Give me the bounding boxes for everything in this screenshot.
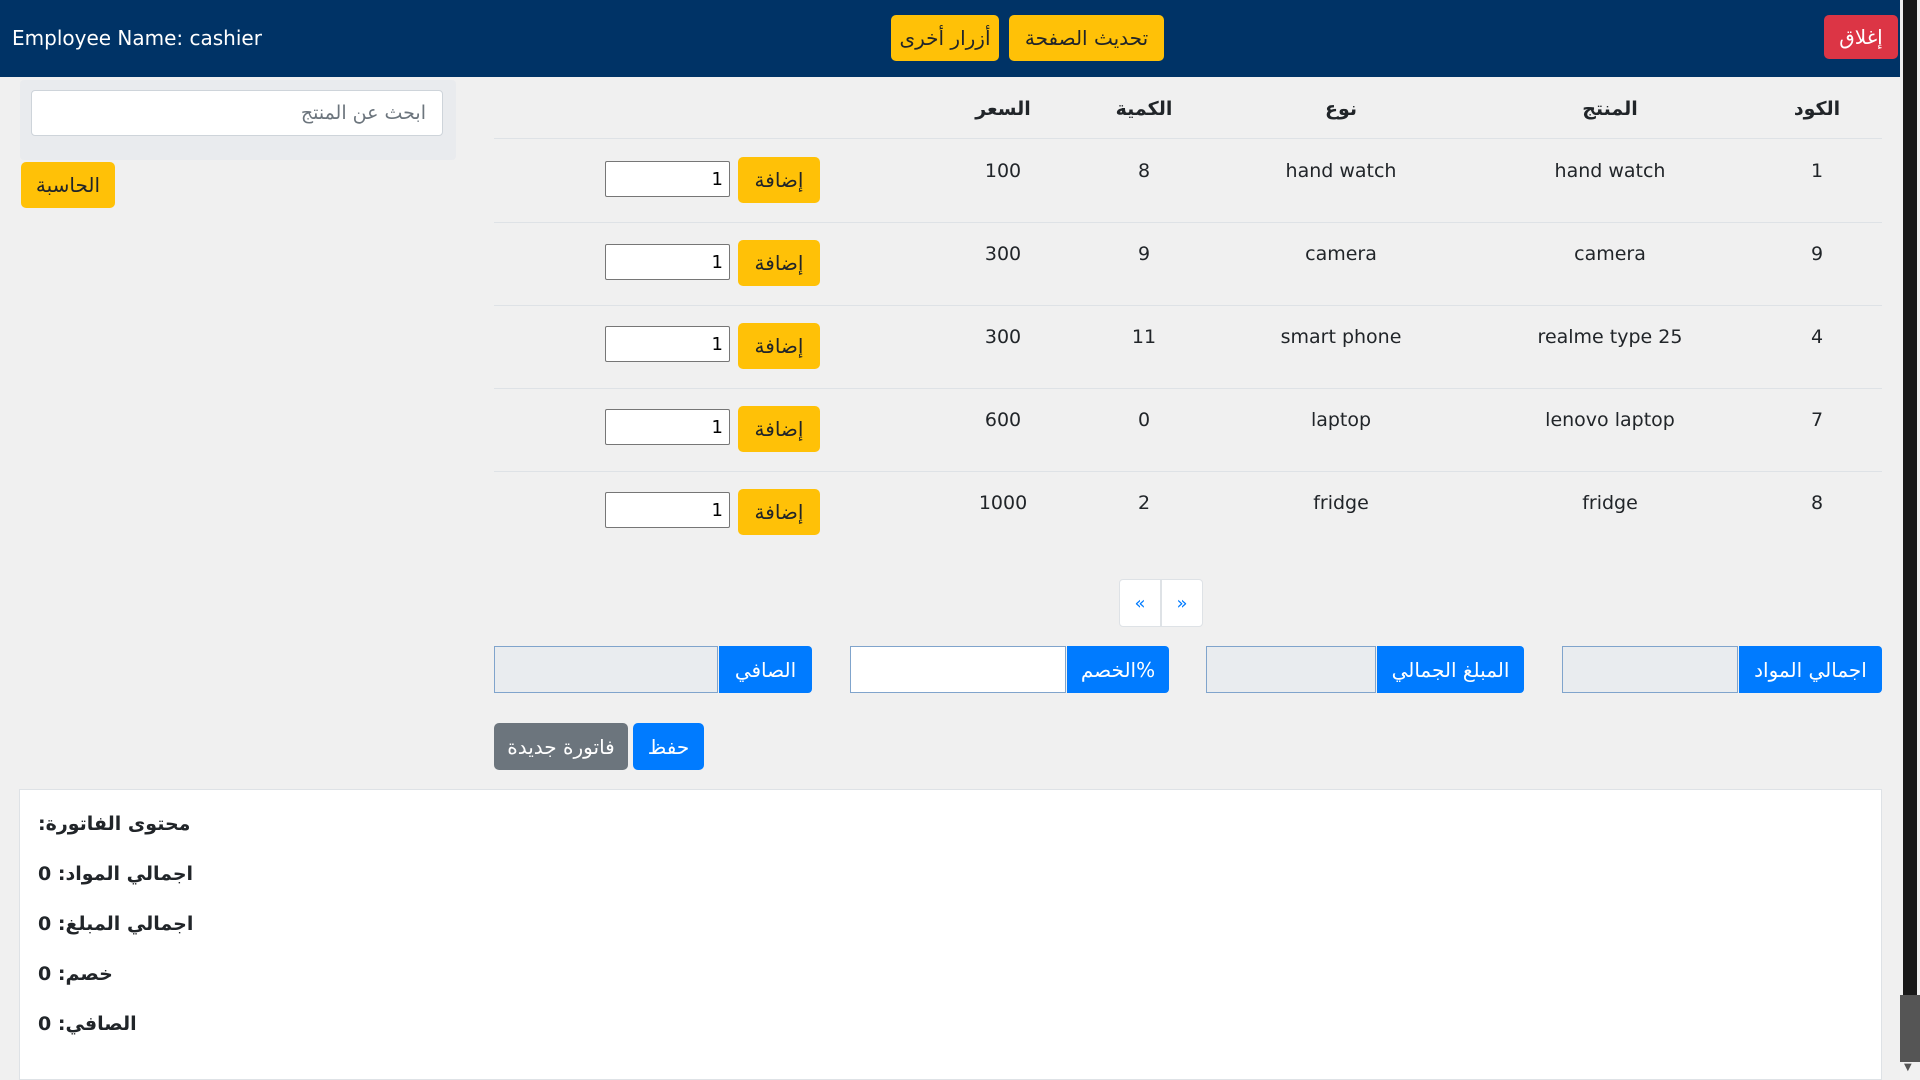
row-5-product: fridge [1582, 492, 1638, 514]
row-divider [494, 388, 1882, 389]
row-3-type: smart phone [1280, 326, 1402, 348]
close-button[interactable]: إغلاق [1824, 15, 1898, 59]
pagination-next[interactable]: » [1161, 579, 1203, 627]
table-header-divider [494, 138, 1882, 139]
save-button[interactable]: حفظ [633, 723, 704, 770]
row-4-product: lenovo laptop [1545, 409, 1675, 431]
row-4-qty-input[interactable] [605, 409, 730, 445]
total-amount-button[interactable]: المبلغ الجمالي [1377, 646, 1524, 693]
refresh-page-button[interactable]: تحديث الصفحة [1009, 15, 1164, 61]
row-2-code: 9 [1810, 243, 1824, 265]
row-1-code: 1 [1810, 160, 1824, 182]
row-3-price: 300 [984, 326, 1022, 348]
invoice-total-items: اجمالي المواد: 0 [38, 863, 194, 885]
row-divider [494, 305, 1882, 306]
invoice-total-amount: اجمالي المبلغ: 0 [38, 913, 194, 935]
row-3-product: realme type 25 [1537, 326, 1683, 348]
row-1-type: hand watch [1285, 160, 1397, 182]
scrollbar-thumb[interactable] [1903, 0, 1917, 995]
row-2-qty-input[interactable] [605, 244, 730, 280]
row-4-price: 600 [984, 409, 1022, 431]
header-product: المنتج [1582, 98, 1638, 120]
pagination-prev[interactable]: « [1119, 579, 1161, 627]
calculator-button[interactable]: الحاسبة [21, 162, 115, 208]
header-type: نوع [1324, 98, 1358, 120]
row-5-quantity: 2 [1137, 492, 1151, 514]
scrollbar-lower-track[interactable] [1900, 995, 1920, 1062]
row-2-product: camera [1574, 243, 1646, 265]
row-3-qty-input[interactable] [605, 326, 730, 362]
invoice-content-panel [19, 789, 1882, 1080]
row-1-product: hand watch [1554, 160, 1666, 182]
header-price: السعر [975, 98, 1031, 120]
total-items-field[interactable] [1562, 646, 1738, 693]
product-search-input[interactable] [31, 90, 443, 136]
row-3-add-button[interactable]: إضافة [738, 323, 820, 369]
row-5-qty-input[interactable] [605, 492, 730, 528]
row-3-code: 4 [1810, 326, 1824, 348]
row-3-quantity: 11 [1131, 326, 1157, 348]
row-2-price: 300 [984, 243, 1022, 265]
employee-name: Employee Name: cashier [12, 26, 262, 50]
header-code: الكود [1793, 98, 1841, 120]
scroll-down-arrow-icon[interactable]: ▼ [1904, 1062, 1912, 1073]
total-amount-field[interactable] [1206, 646, 1376, 693]
row-4-quantity: 0 [1137, 409, 1151, 431]
row-1-price: 100 [984, 160, 1022, 182]
row-4-add-button[interactable]: إضافة [738, 406, 820, 452]
row-2-type: camera [1305, 243, 1377, 265]
invoice-net: الصافي: 0 [38, 1013, 137, 1035]
discount-button[interactable]: الخصم% [1067, 646, 1169, 693]
discount-field[interactable] [850, 646, 1066, 693]
net-button[interactable]: الصافي [719, 646, 812, 693]
row-5-add-button[interactable]: إضافة [738, 489, 820, 535]
row-divider [494, 222, 1882, 223]
total-items-button[interactable]: اجمالي المواد [1739, 646, 1882, 693]
row-2-add-button[interactable]: إضافة [738, 240, 820, 286]
row-1-quantity: 8 [1137, 160, 1151, 182]
header-quantity: الكمية [1115, 98, 1173, 120]
row-5-code: 8 [1810, 492, 1824, 514]
row-1-add-button[interactable]: إضافة [738, 157, 820, 203]
row-5-type: fridge [1313, 492, 1369, 514]
row-4-type: laptop [1310, 409, 1372, 431]
row-5-price: 1000 [978, 492, 1028, 514]
other-buttons-button[interactable]: أزرار أخرى [891, 15, 999, 61]
invoice-discount: خصم: 0 [38, 963, 113, 985]
row-divider [494, 471, 1882, 472]
net-field[interactable] [494, 646, 718, 693]
invoice-title: محتوى الفاتورة: [38, 813, 191, 835]
row-2-quantity: 9 [1137, 243, 1151, 265]
row-1-qty-input[interactable] [605, 161, 730, 197]
new-invoice-button[interactable]: فاتورة جديدة [494, 723, 628, 770]
row-4-code: 7 [1810, 409, 1824, 431]
